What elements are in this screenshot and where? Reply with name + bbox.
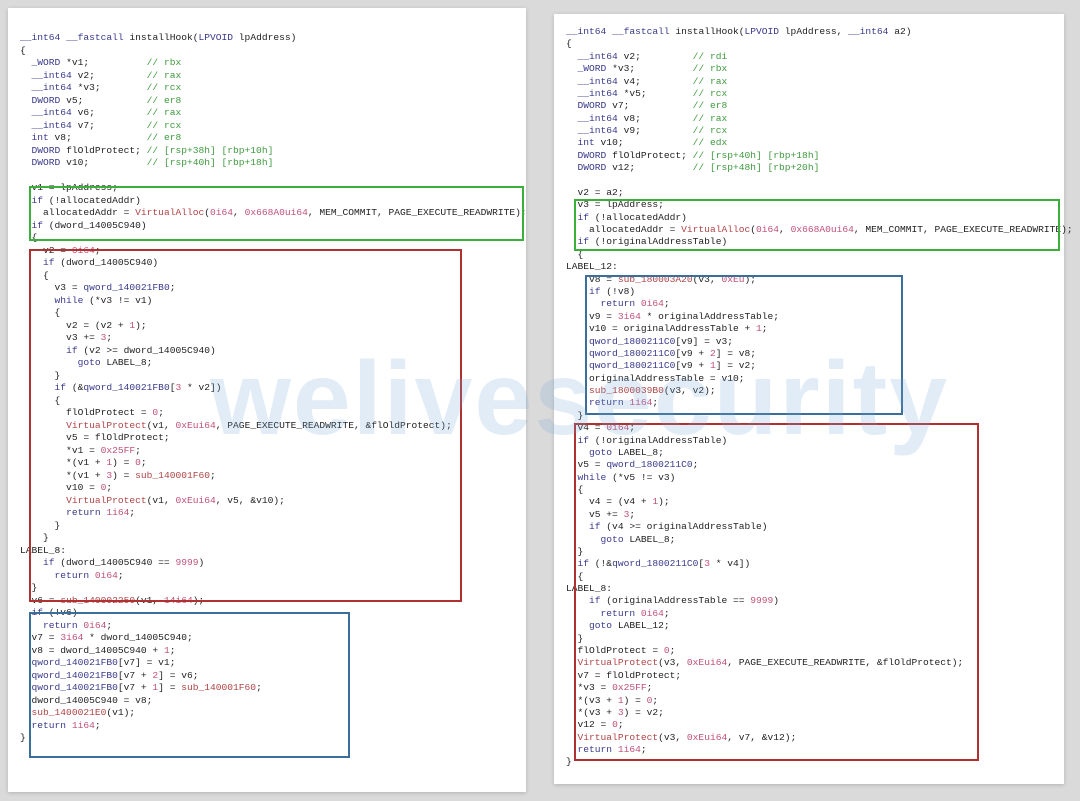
code-line: DWORD v12; // [rsp+48h] [rbp+20h]	[577, 162, 820, 174]
code-line: DWORD v5; // er8	[31, 94, 182, 106]
left-lookup-highlight	[29, 249, 462, 602]
code-line: __int64 v9; // rcx	[577, 125, 728, 137]
right-lookup-highlight	[574, 423, 979, 761]
left-register-highlight	[29, 612, 350, 758]
left-allocation-highlight	[29, 186, 524, 241]
code-line: LABEL_12:	[566, 261, 618, 273]
code-line: DWORD flOldProtect; // [rsp+40h] [rbp+18…	[577, 149, 820, 161]
code-line: v2 = a2;	[566, 186, 624, 198]
code-line: __int64 v6; // rax	[31, 107, 182, 118]
code-line: __int64 *v3; // rcx	[31, 82, 182, 93]
left-code-panel: __int64 __fastcall installHook(LPVOID lp…	[8, 8, 527, 792]
code-line: __int64 v8; // rax	[577, 112, 728, 124]
code-line: DWORD v7; // er8	[577, 100, 728, 112]
code-line: __int64 __fastcall installHook(LPVOID lp…	[20, 32, 297, 43]
code-line: DWORD flOldProtect; // [rsp+38h] [rbp+10…	[31, 144, 274, 156]
code-line: int v10; // edx	[577, 137, 728, 149]
code-line: {	[566, 38, 572, 50]
code-line: DWORD v10; // [rsp+40h] [rbp+18h]	[31, 157, 274, 168]
code-line: __int64 *v5; // rcx	[577, 87, 728, 99]
right-register-highlight	[585, 275, 903, 415]
code-line: {	[20, 44, 26, 56]
code-line: __int64 v2; // rax	[31, 69, 182, 81]
code-line: __int64 __fastcall installHook(LPVOID lp…	[566, 26, 912, 37]
code-line: }	[566, 756, 572, 768]
code-line: }	[20, 732, 26, 743]
code-line: _WORD *v3; // rbx	[577, 63, 728, 75]
right-code-panel: __int64 __fastcall installHook(LPVOID lp…	[554, 14, 1073, 784]
code-line: __int64 v2; // rdi	[577, 50, 728, 62]
code-line: __int64 v7; // rcx	[31, 119, 182, 131]
code-line: _WORD *v1; // rbx	[31, 57, 182, 68]
code-line: }	[566, 409, 584, 421]
code-line: int v8; // er8	[31, 132, 182, 143]
right-allocation-highlight	[574, 199, 1060, 251]
code-line: __int64 v4; // rax	[577, 75, 728, 87]
